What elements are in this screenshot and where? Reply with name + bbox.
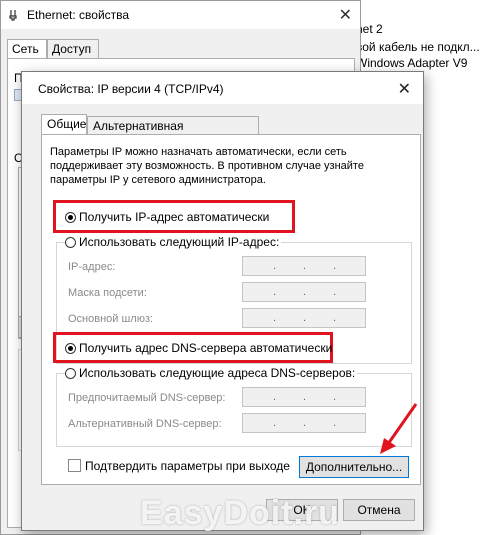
ip-address-label: IP-адрес: [68, 261, 116, 273]
cancel-button[interactable]: Отмена [343, 499, 415, 521]
radio-selected[interactable] [65, 212, 76, 223]
radio-selected[interactable] [65, 343, 76, 354]
watermark: EasyDoit.ru [140, 494, 340, 532]
dns-auto-label: Получить адрес DNS-сервера автоматически [79, 341, 333, 355]
close-icon[interactable]: ✕ [339, 5, 352, 25]
default-gateway-label: Основной шлюз: [68, 313, 154, 325]
dns-manual-group [56, 373, 412, 447]
subnet-mask-label: Маска подсети: [68, 287, 147, 299]
radio-unselected[interactable] [65, 368, 76, 379]
ip-manual-label: Использовать следующий IP-адрес: [79, 235, 280, 249]
description-text: Параметры IP можно назначать автоматичес… [50, 146, 364, 186]
dialog-title-bar: Свойства: IP версии 4 (TCP/IPv4) ✕ [22, 72, 423, 104]
dns-manual-label: Использовать следующие адреса DNS-сервер… [79, 366, 356, 380]
background-line: вой кабель не подкл... [356, 40, 480, 54]
default-gateway-input: ... [242, 308, 366, 328]
preferred-dns-label: Предпочитаемый DNS-сервер: [68, 392, 226, 404]
validate-option[interactable]: Подтвердить параметры при выходе [68, 459, 290, 473]
ipv4-properties-dialog: Свойства: IP версии 4 (TCP/IPv4) ✕ Общие… [21, 71, 424, 531]
ethernet-window-title: Ethernet: свойства [27, 8, 130, 22]
ip-auto-label: Получить IP-адрес автоматически [79, 210, 270, 224]
tab-general[interactable]: Общие [41, 114, 87, 135]
preferred-dns-input: ... [242, 387, 366, 407]
background-line: Windows Adapter V9 [356, 56, 468, 70]
validate-label: Подтвердить параметры при выходе [85, 459, 290, 473]
ethernet-title-bar: Ethernet: свойства ✕ [1, 1, 360, 29]
alternate-dns-label: Альтернативный DNS-сервер: [68, 418, 222, 430]
alternate-dns-input: ... [242, 413, 366, 433]
network-icon [9, 10, 17, 21]
ip-address-input: ... [242, 256, 366, 276]
subnet-mask-input: ... [242, 282, 366, 302]
tab-alternate-config[interactable]: Альтернативная конфигурация [87, 116, 259, 147]
tab-network[interactable]: Сеть [7, 39, 47, 58]
ip-manual-option[interactable]: Использовать следующий IP-адрес: [65, 235, 282, 249]
dns-auto-option[interactable]: Получить адрес DNS-сервера автоматически [65, 341, 332, 355]
general-panel: Параметры IP можно назначать автоматичес… [41, 134, 421, 485]
validate-checkbox[interactable] [68, 459, 81, 472]
red-arrow-icon [380, 403, 418, 454]
radio-unselected[interactable] [65, 237, 76, 248]
ip-auto-option[interactable]: Получить IP-адрес автоматически [65, 210, 269, 224]
advanced-button[interactable]: Дополнительно... [299, 456, 409, 478]
dns-manual-option[interactable]: Использовать следующие адреса DNS-сервер… [65, 366, 358, 380]
tab-sharing[interactable]: Доступ [47, 39, 99, 58]
close-icon[interactable]: ✕ [398, 79, 411, 99]
dialog-title: Свойства: IP версии 4 (TCP/IPv4) [38, 82, 224, 96]
